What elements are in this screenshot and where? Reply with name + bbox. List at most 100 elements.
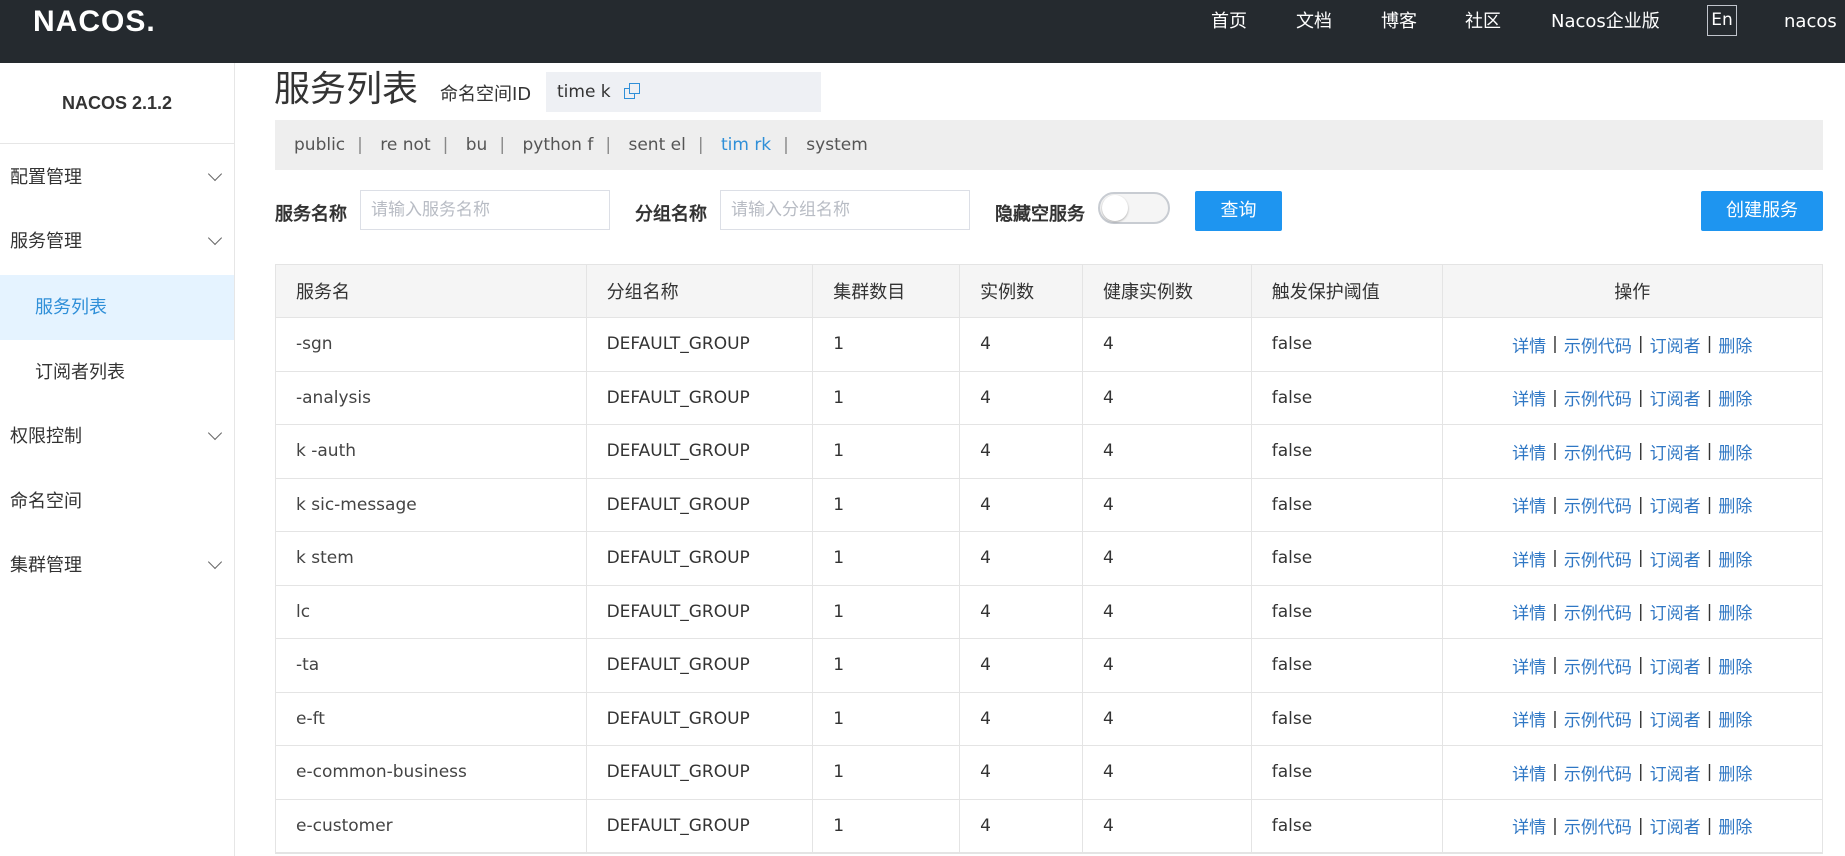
hide-empty-toggle[interactable] xyxy=(1098,192,1170,224)
actions-cell: 详情 | 示例代码 | 订阅者 | 删除 xyxy=(1443,479,1822,532)
instance-count-cell: 4 xyxy=(960,799,1083,852)
cluster-count-cell: 1 xyxy=(813,799,961,852)
separator: | xyxy=(1706,601,1713,622)
sample-code-link[interactable]: 示例代码 xyxy=(1564,546,1632,571)
sample-code-link[interactable]: 示例代码 xyxy=(1564,813,1632,838)
col-service-name: 服务名 xyxy=(276,265,587,317)
instance-count-cell: 4 xyxy=(960,425,1083,478)
healthy-count-cell: 4 xyxy=(1083,532,1252,585)
sample-code-link[interactable]: 示例代码 xyxy=(1564,385,1632,410)
delete-link[interactable]: 删除 xyxy=(1718,385,1752,410)
subscribers-link[interactable]: 订阅者 xyxy=(1650,332,1701,357)
sidebar-item-auth[interactable]: 权限控制 xyxy=(0,404,234,469)
namespace-tab[interactable]: bu xyxy=(466,120,488,170)
service-name-cell: e-common-business xyxy=(276,746,587,799)
detail-link[interactable]: 详情 xyxy=(1512,760,1546,785)
sample-code-link[interactable]: 示例代码 xyxy=(1564,439,1632,464)
service-name-cell: -ta xyxy=(276,639,587,692)
detail-link[interactable]: 详情 xyxy=(1512,492,1546,517)
query-button[interactable]: 查询 xyxy=(1195,191,1282,231)
service-name-cell: k stem xyxy=(276,532,587,585)
delete-link[interactable]: 删除 xyxy=(1718,653,1752,678)
detail-link[interactable]: 详情 xyxy=(1512,439,1546,464)
sample-code-link[interactable]: 示例代码 xyxy=(1564,332,1632,357)
sample-code-link[interactable]: 示例代码 xyxy=(1564,760,1632,785)
namespace-tab[interactable]: re not xyxy=(380,120,430,170)
sample-code-link[interactable]: 示例代码 xyxy=(1564,706,1632,731)
subscribers-link[interactable]: 订阅者 xyxy=(1650,599,1701,624)
actions-cell: 详情 | 示例代码 | 订阅者 | 删除 xyxy=(1443,639,1822,692)
namespace-tab-current[interactable]: tim rk xyxy=(721,120,771,170)
delete-link[interactable]: 删除 xyxy=(1718,492,1752,517)
user-name[interactable]: nacos xyxy=(1784,0,1837,44)
sidebar-item-label: 配置管理 xyxy=(10,167,82,188)
delete-link[interactable]: 删除 xyxy=(1718,546,1752,571)
threshold-cell: false xyxy=(1252,799,1443,852)
nav-home[interactable]: 首页 xyxy=(1211,0,1247,44)
subscribers-link[interactable]: 订阅者 xyxy=(1650,385,1701,410)
nacos-logo[interactable]: NACOS. xyxy=(33,4,156,40)
actions-cell: 详情 | 示例代码 | 订阅者 | 删除 xyxy=(1443,586,1822,639)
group-name-input[interactable] xyxy=(720,190,970,230)
delete-link[interactable]: 删除 xyxy=(1718,760,1752,785)
namespace-tab[interactable]: system xyxy=(806,120,867,170)
chevron-down-icon xyxy=(207,166,223,182)
sample-code-link[interactable]: 示例代码 xyxy=(1564,492,1632,517)
top-header: NACOS. 首页 文档 博客 社区 Nacos企业版 En nacos xyxy=(0,0,1845,63)
detail-link[interactable]: 详情 xyxy=(1512,653,1546,678)
subscribers-link[interactable]: 订阅者 xyxy=(1650,546,1701,571)
sidebar-item-namespace[interactable]: 命名空间 xyxy=(0,469,234,534)
service-name-cell: k sic-message xyxy=(276,478,587,531)
separator: | xyxy=(1552,334,1558,355)
delete-link[interactable]: 删除 xyxy=(1718,599,1752,624)
delete-link[interactable]: 删除 xyxy=(1718,813,1752,838)
detail-link[interactable]: 详情 xyxy=(1512,385,1546,410)
healthy-count-cell: 4 xyxy=(1083,692,1252,745)
col-instance-count: 实例数 xyxy=(960,265,1083,317)
table-row: e-ft DEFAULT_GROUP 1 4 4 false 详情 | 示例代码 | 订阅者 | 删除 xyxy=(276,692,1822,746)
instance-count-cell: 4 xyxy=(960,639,1083,692)
namespace-tab-public[interactable]: public xyxy=(294,120,345,170)
delete-link[interactable]: 删除 xyxy=(1718,332,1752,357)
service-name-input[interactable] xyxy=(360,190,610,230)
table-row: -ta DEFAULT_GROUP 1 4 4 false 详情 | 示例代码 | 订阅者 | 删除 xyxy=(276,639,1822,693)
detail-link[interactable]: 详情 xyxy=(1512,813,1546,838)
col-threshold: 触发保护阈值 xyxy=(1252,265,1443,317)
sidebar-item-subscribers[interactable]: 订阅者列表 xyxy=(0,340,234,405)
detail-link[interactable]: 详情 xyxy=(1512,332,1546,357)
create-service-button[interactable]: 创建服务 xyxy=(1701,191,1823,231)
service-name-cell: e-ft xyxy=(276,692,587,745)
language-toggle-button[interactable]: En xyxy=(1707,5,1737,36)
subscribers-link[interactable]: 订阅者 xyxy=(1650,813,1701,838)
sample-code-link[interactable]: 示例代码 xyxy=(1564,599,1632,624)
sidebar-item-service-list[interactable]: 服务列表 xyxy=(0,275,234,340)
detail-link[interactable]: 详情 xyxy=(1512,706,1546,731)
detail-link[interactable]: 详情 xyxy=(1512,546,1546,571)
delete-link[interactable]: 删除 xyxy=(1718,706,1752,731)
subscribers-link[interactable]: 订阅者 xyxy=(1650,492,1701,517)
subscribers-link[interactable]: 订阅者 xyxy=(1650,653,1701,678)
nav-enterprise[interactable]: Nacos企业版 xyxy=(1551,0,1660,44)
copy-icon[interactable] xyxy=(624,83,641,99)
nav-docs[interactable]: 文档 xyxy=(1296,0,1332,44)
table-header: 服务名 分组名称 集群数目 实例数 健康实例数 触发保护阈值 操作 xyxy=(276,265,1822,318)
sample-code-link[interactable]: 示例代码 xyxy=(1564,653,1632,678)
sidebar-item-label: 命名空间 xyxy=(10,491,82,512)
subscribers-link[interactable]: 订阅者 xyxy=(1650,439,1701,464)
namespace-tab[interactable]: sent el xyxy=(628,120,685,170)
service-table: 服务名 分组名称 集群数目 实例数 健康实例数 触发保护阈值 操作 -sgn DE… xyxy=(275,264,1823,854)
delete-link[interactable]: 删除 xyxy=(1718,439,1752,464)
subscribers-link[interactable]: 订阅者 xyxy=(1650,706,1701,731)
group-name-cell: DEFAULT_GROUP xyxy=(587,639,814,692)
namespace-tab[interactable]: python f xyxy=(522,120,593,170)
separator: | xyxy=(783,135,789,155)
instance-count-cell: 4 xyxy=(960,478,1083,531)
sidebar-item-cluster[interactable]: 集群管理 xyxy=(0,533,234,598)
sidebar-item-service[interactable]: 服务管理 xyxy=(0,209,234,274)
sidebar-item-config[interactable]: 配置管理 xyxy=(0,145,234,210)
page-title: 服务列表 xyxy=(274,69,419,110)
nav-community[interactable]: 社区 xyxy=(1465,0,1501,44)
detail-link[interactable]: 详情 xyxy=(1512,599,1546,624)
subscribers-link[interactable]: 订阅者 xyxy=(1650,760,1701,785)
nav-blog[interactable]: 博客 xyxy=(1381,0,1417,44)
